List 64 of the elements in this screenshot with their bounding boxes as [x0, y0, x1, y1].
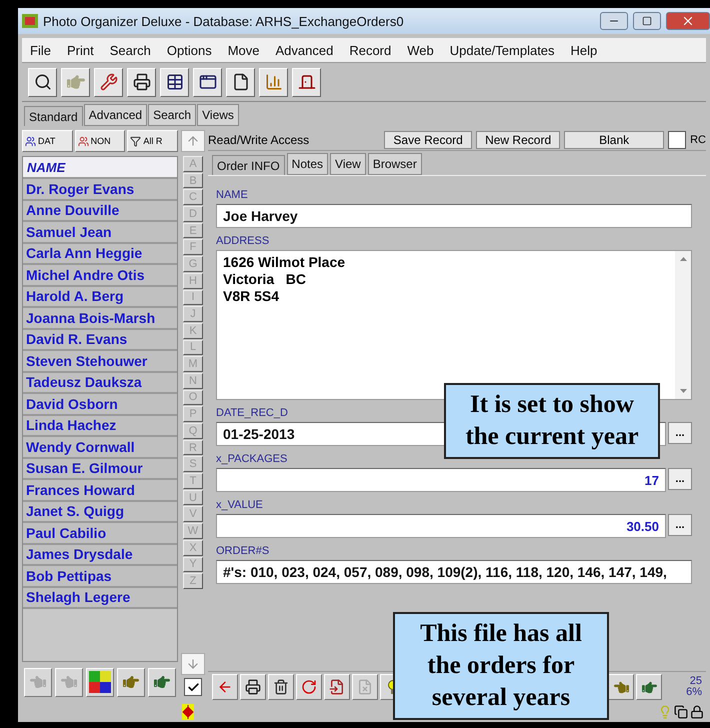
- name-list-item[interactable]: Steven Stehouwer: [23, 351, 177, 372]
- name-list-item[interactable]: Bob Pettipas: [23, 566, 177, 588]
- name-list-item[interactable]: Carla Ann Heggie: [23, 244, 177, 265]
- name-list-item[interactable]: Paul Cabilio: [23, 523, 177, 544]
- ellipsis-button[interactable]: ...: [668, 468, 692, 490]
- menu-item[interactable]: Record: [341, 42, 400, 58]
- name-list-item[interactable]: Wendy Cornwall: [23, 437, 177, 458]
- menu-item[interactable]: Web: [399, 42, 442, 58]
- name-list-item[interactable]: Janet S. Quigg: [23, 502, 177, 523]
- tab[interactable]: Views: [197, 104, 239, 126]
- window-title: Photo Organizer Deluxe - Database: ARHS_ExchangeOrders0: [43, 14, 405, 28]
- menu-item[interactable]: Update/Templates: [442, 42, 563, 58]
- list-header: NAME: [23, 157, 177, 179]
- filter-button[interactable]: NON: [74, 130, 126, 152]
- tab[interactable]: Search: [148, 104, 196, 126]
- input-field[interactable]: #'s: 010, 023, 024, 057, 089, 098, 109(2), 116, 118, 120, 146, 147, 149,: [216, 560, 692, 584]
- name-list-item[interactable]: David Osborn: [23, 394, 177, 416]
- tab[interactable]: View: [330, 153, 366, 175]
- annotation-tooltip: It is set to show the current year: [444, 383, 660, 459]
- ellipsis-button[interactable]: ...: [668, 514, 692, 536]
- record-button[interactable]: Blank: [564, 131, 664, 149]
- name-list-item[interactable]: Susan E. Gilmour: [23, 458, 177, 480]
- field-label: x_VALUE: [216, 499, 264, 512]
- field-label: DATE_REC_D: [216, 407, 289, 420]
- name-list-item[interactable]: Harold A. Berg: [23, 286, 177, 308]
- menu-item[interactable]: Advanced: [268, 42, 342, 58]
- menu-item[interactable]: Help: [562, 42, 606, 58]
- field-label: x_PACKAGES: [216, 453, 288, 466]
- field-label: ORDER#S: [216, 545, 270, 558]
- filter-button[interactable]: DAT: [22, 130, 73, 152]
- input-field[interactable]: 17: [216, 468, 666, 492]
- name-list-item[interactable]: Linda Hachez: [23, 416, 177, 437]
- menu-item[interactable]: Move: [220, 42, 268, 58]
- access-label: Read/Write Access: [208, 133, 310, 147]
- menu-item[interactable]: Options: [158, 42, 220, 58]
- name-list-item[interactable]: Michel Andre Otis: [23, 265, 177, 286]
- name-list-item[interactable]: Shelagh Legere: [23, 588, 177, 609]
- name-list-item[interactable]: James Drysdale: [23, 544, 177, 566]
- cut-label: RC: [690, 134, 706, 146]
- record-counter: 25 6%: [686, 676, 703, 698]
- name-list-item[interactable]: Samuel Jean: [23, 222, 177, 244]
- annotation-tooltip: This file has all the orders for several years: [393, 612, 609, 720]
- tab[interactable]: Advanced: [84, 104, 148, 126]
- tab[interactable]: Browser: [368, 153, 422, 175]
- name-list-item[interactable]: Dr. Roger Evans: [23, 179, 177, 200]
- record-button[interactable]: Save Record: [384, 131, 472, 149]
- tab[interactable]: Standard: [24, 106, 83, 126]
- filter-button[interactable]: All R: [127, 130, 178, 152]
- name-list-item[interactable]: Anne Douville: [23, 200, 177, 222]
- record-button[interactable]: New Record: [476, 131, 560, 149]
- menu-item[interactable]: Print: [58, 42, 102, 58]
- tab[interactable]: Order INFO: [212, 155, 285, 175]
- menu-item[interactable]: File: [22, 42, 59, 58]
- input-field[interactable]: 30.50: [216, 514, 666, 538]
- name-list-item[interactable]: Frances Howard: [23, 480, 177, 502]
- ellipsis-button[interactable]: ...: [668, 422, 692, 444]
- name-list-item[interactable]: Joanna Bois-Marsh: [23, 308, 177, 330]
- name-list-item[interactable]: Tadeusz Dauksza: [23, 372, 177, 394]
- menu-item[interactable]: Search: [102, 42, 159, 58]
- field-label: NAME: [216, 189, 249, 202]
- name-list-item[interactable]: David R. Evans: [23, 330, 177, 351]
- field-label: ADDRESS: [216, 235, 270, 248]
- tab[interactable]: Notes: [286, 153, 328, 175]
- input-field[interactable]: Joe Harvey: [216, 204, 692, 228]
